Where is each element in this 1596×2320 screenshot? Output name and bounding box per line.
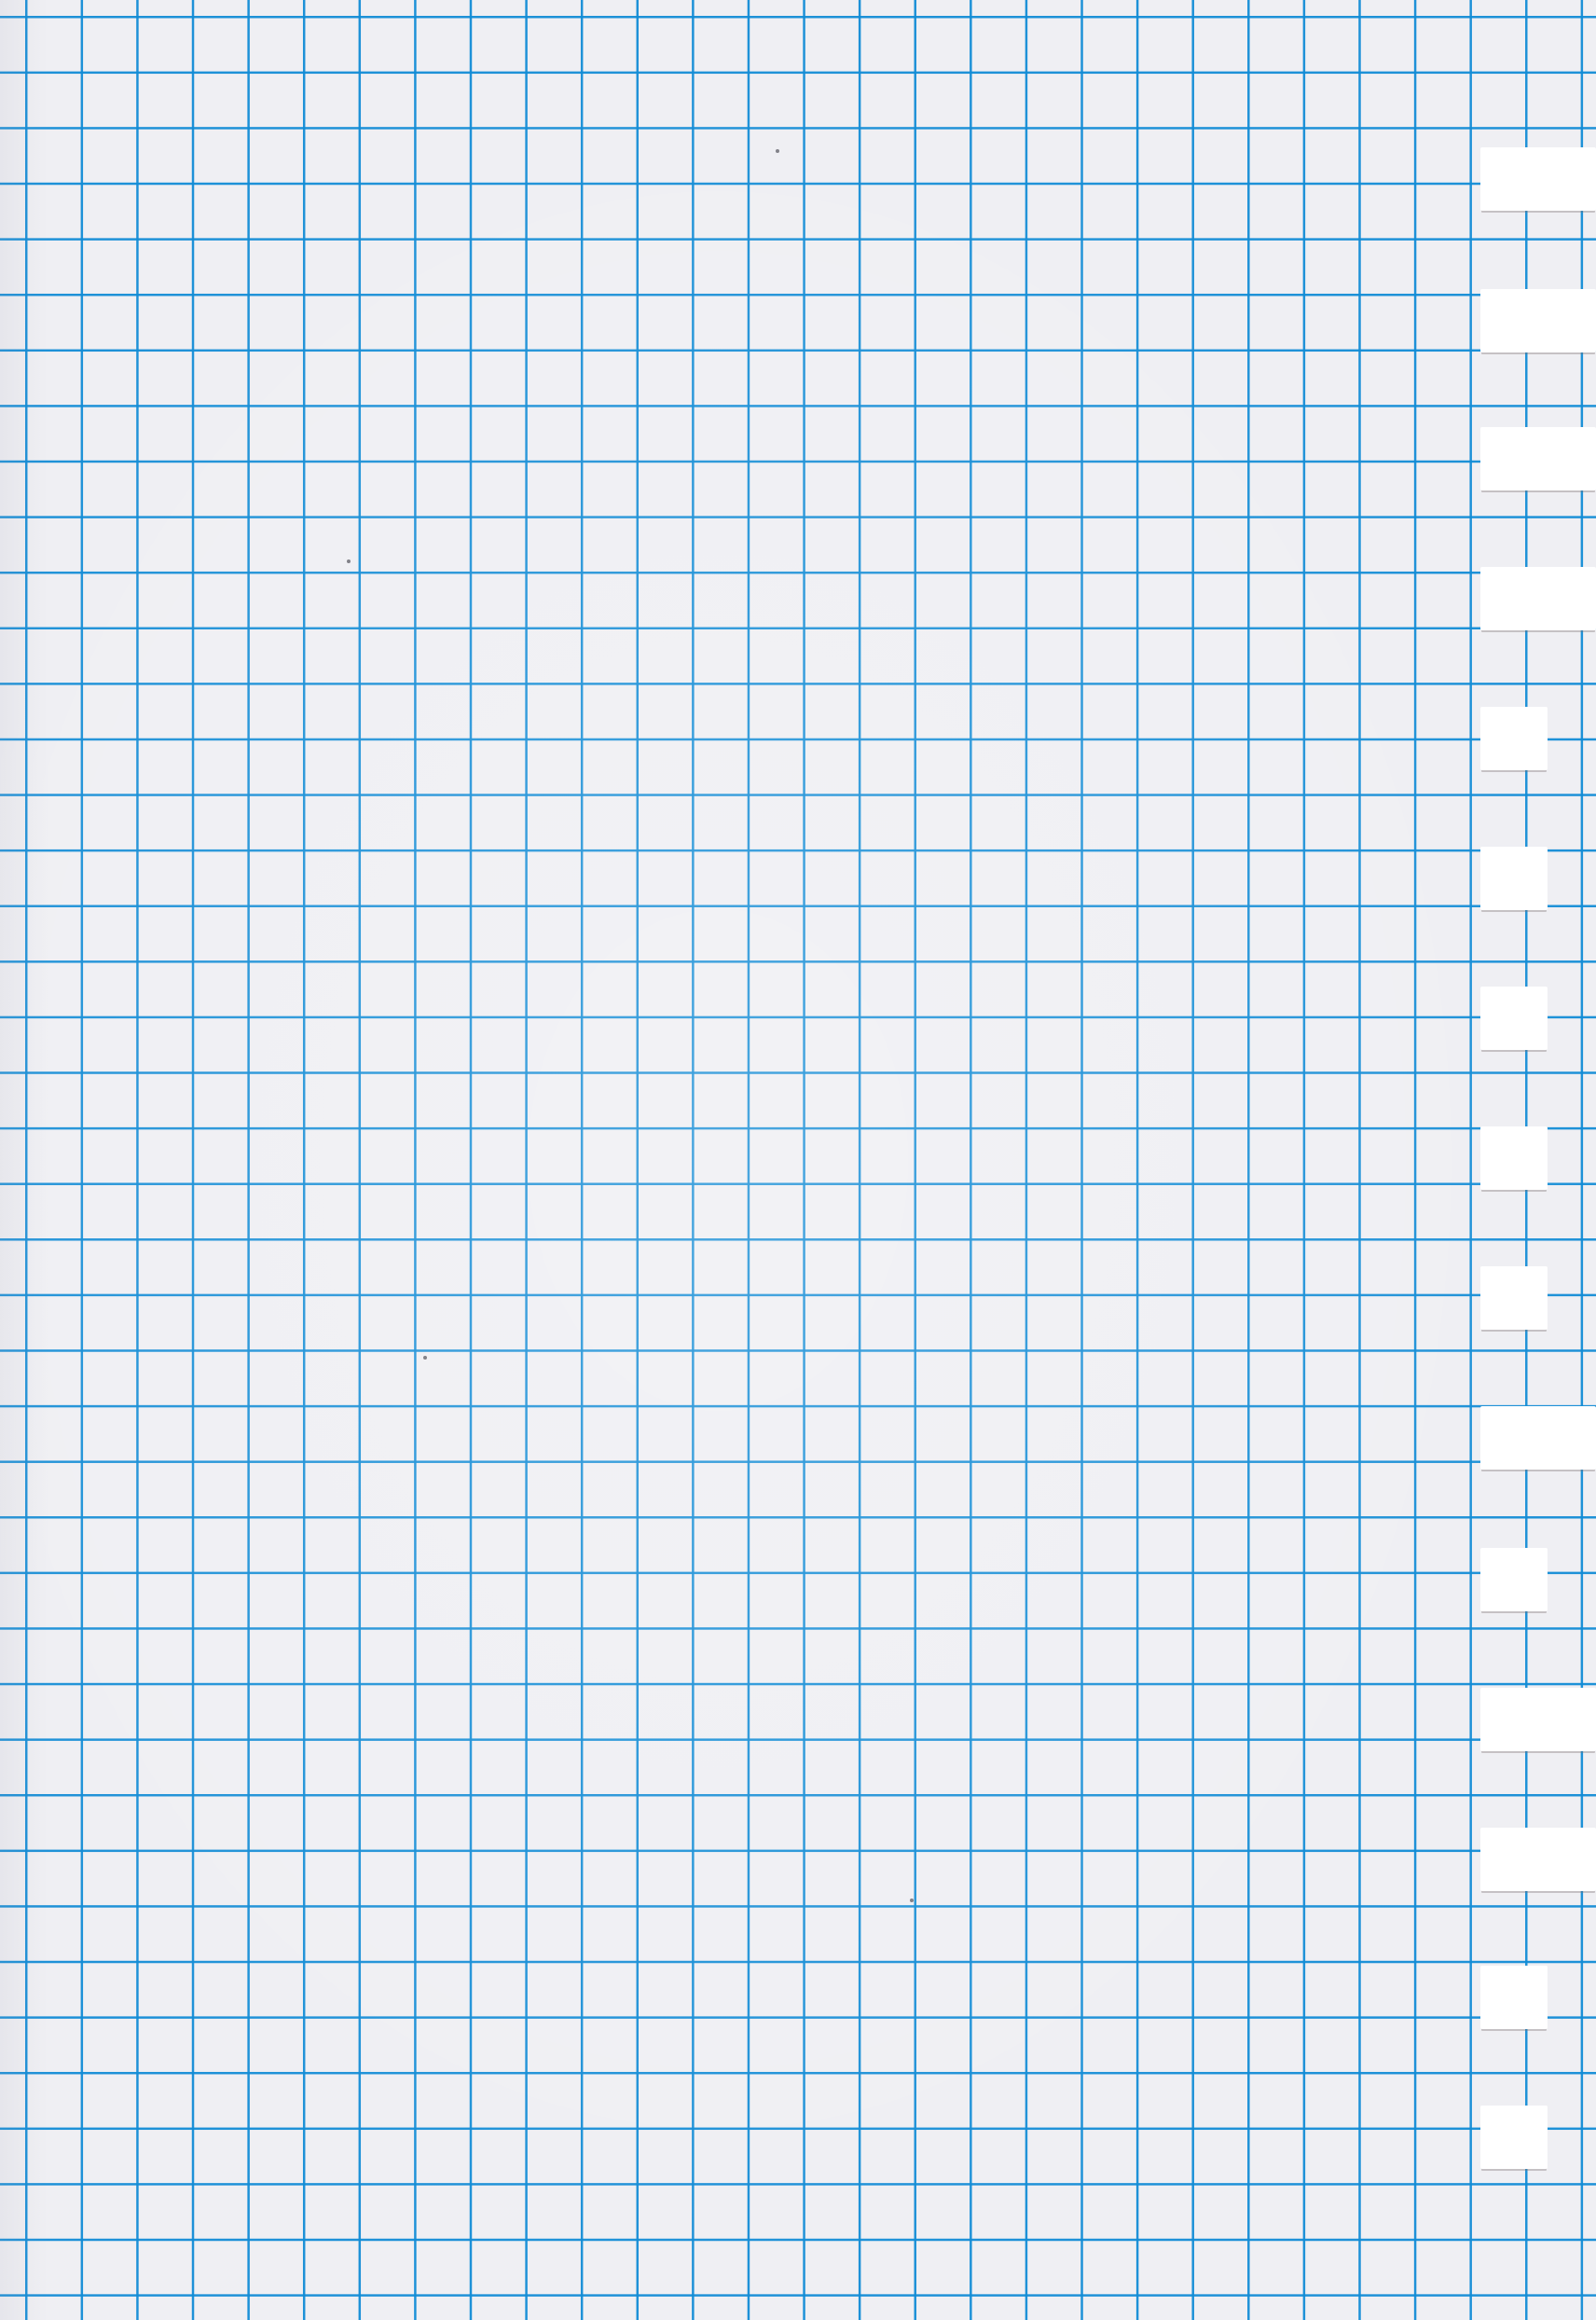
graph-paper-page	[0, 0, 1596, 2320]
paper-speck	[776, 149, 779, 153]
binding-tab	[1480, 707, 1548, 770]
binding-tab	[1480, 1548, 1548, 1611]
binding-tab	[1480, 987, 1548, 1050]
binding-tab	[1480, 289, 1596, 352]
binding-tab	[1480, 1406, 1596, 1470]
binding-tab	[1480, 1966, 1548, 2029]
paper-speck	[910, 1899, 914, 1902]
paper-speck	[347, 559, 351, 563]
grid-paper-sheet	[0, 0, 1596, 2320]
binding-tab	[1480, 1126, 1548, 1190]
binding-tab	[1480, 1266, 1548, 1330]
binding-tab	[1480, 847, 1548, 910]
binding-tab	[1480, 1688, 1596, 1751]
binding-tab	[1480, 2106, 1548, 2169]
binding-tab	[1480, 427, 1596, 490]
binding-tab	[1480, 567, 1596, 630]
binding-tab	[1480, 147, 1596, 211]
paper-speck	[423, 1356, 427, 1360]
binding-tab	[1480, 1828, 1596, 1891]
